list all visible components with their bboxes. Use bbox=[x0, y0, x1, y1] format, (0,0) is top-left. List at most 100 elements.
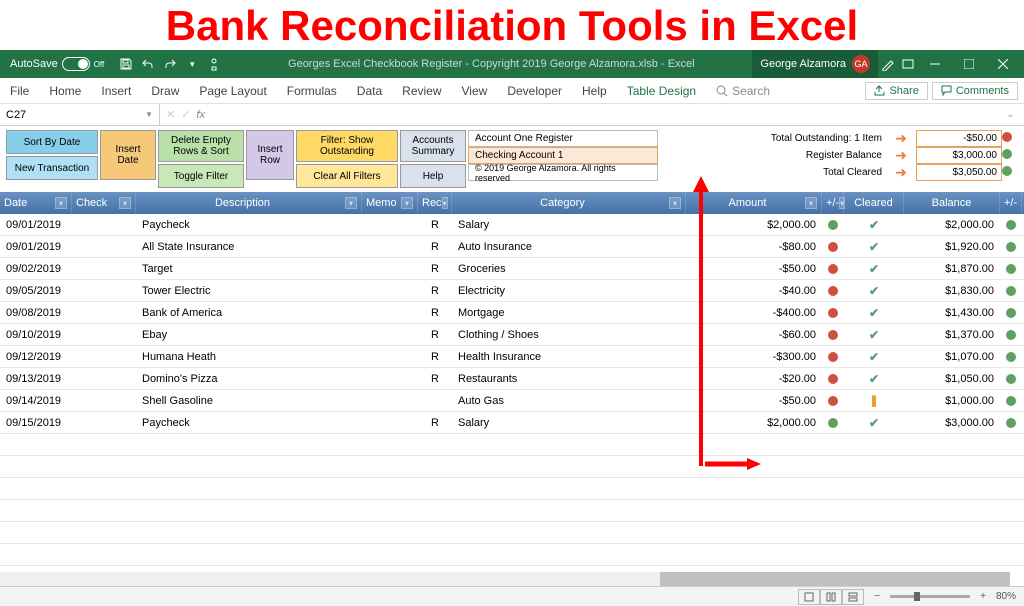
share-button[interactable]: Share bbox=[865, 82, 927, 100]
cell-description[interactable]: Target bbox=[136, 258, 362, 279]
cell-check[interactable] bbox=[72, 280, 136, 301]
cell-description[interactable]: Tower Electric bbox=[136, 280, 362, 301]
checking-account-cell[interactable]: Checking Account 1 bbox=[468, 147, 658, 164]
cell-rec[interactable]: R bbox=[418, 346, 452, 367]
comments-button[interactable]: Comments bbox=[932, 82, 1018, 100]
ribbon-options-icon[interactable] bbox=[898, 54, 918, 74]
cell-rec[interactable]: R bbox=[418, 302, 452, 323]
empty-row[interactable] bbox=[0, 478, 1024, 500]
minimize-button[interactable] bbox=[918, 50, 952, 78]
cell-category[interactable]: Salary bbox=[452, 214, 686, 235]
cell-date[interactable]: 09/12/2019 bbox=[0, 346, 72, 367]
cell-description[interactable]: Ebay bbox=[136, 324, 362, 345]
cell-amount[interactable]: -$50.00 bbox=[686, 390, 822, 411]
header-date[interactable]: Date▾ bbox=[0, 192, 72, 214]
cell-cleared[interactable]: ✔ bbox=[844, 214, 904, 235]
cell-balance[interactable]: $1,050.00 bbox=[904, 368, 1000, 389]
page-break-view-button[interactable] bbox=[842, 589, 864, 605]
zoom-out-button[interactable]: − bbox=[874, 591, 880, 602]
insert-row-button[interactable]: Insert Row bbox=[246, 130, 294, 180]
cell-memo[interactable] bbox=[362, 280, 418, 301]
search-box[interactable]: Search bbox=[706, 84, 780, 98]
normal-view-button[interactable] bbox=[798, 589, 820, 605]
cell-cleared[interactable]: ✔ bbox=[844, 346, 904, 367]
cell-date[interactable]: 09/01/2019 bbox=[0, 236, 72, 257]
filter-outstanding-button[interactable]: Filter: Show Outstanding bbox=[296, 130, 398, 162]
tab-page-layout[interactable]: Page Layout bbox=[189, 78, 276, 103]
cell-amount[interactable]: -$400.00 bbox=[686, 302, 822, 323]
cell-balance[interactable]: $1,000.00 bbox=[904, 390, 1000, 411]
tab-insert[interactable]: Insert bbox=[91, 78, 141, 103]
empty-row[interactable] bbox=[0, 434, 1024, 456]
qat-more-icon[interactable]: ▾ bbox=[182, 54, 202, 74]
cell-date[interactable]: 09/01/2019 bbox=[0, 214, 72, 235]
cell-check[interactable] bbox=[72, 214, 136, 235]
tab-formulas[interactable]: Formulas bbox=[277, 78, 347, 103]
cell-amount[interactable]: -$50.00 bbox=[686, 258, 822, 279]
cell-check[interactable] bbox=[72, 390, 136, 411]
register-balance-value[interactable]: $3,000.00 bbox=[916, 147, 1002, 164]
accounts-summary-button[interactable]: Accounts Summary bbox=[400, 130, 466, 162]
clear-filters-button[interactable]: Clear All Filters bbox=[296, 164, 398, 188]
table-row[interactable]: 09/01/2019PaycheckRSalary$2,000.00✔$2,00… bbox=[0, 214, 1024, 236]
user-account[interactable]: George Alzamora GA bbox=[752, 50, 878, 78]
save-icon[interactable] bbox=[116, 54, 136, 74]
tab-help[interactable]: Help bbox=[572, 78, 617, 103]
cell-cleared[interactable]: ✔ bbox=[844, 236, 904, 257]
empty-row[interactable] bbox=[0, 500, 1024, 522]
cell-amount[interactable]: -$20.00 bbox=[686, 368, 822, 389]
tab-file[interactable]: File bbox=[0, 78, 39, 103]
table-row[interactable]: 09/02/2019TargetRGroceries-$50.00✔$1,870… bbox=[0, 258, 1024, 280]
close-button[interactable] bbox=[986, 50, 1020, 78]
cell-memo[interactable] bbox=[362, 302, 418, 323]
cell-memo[interactable] bbox=[362, 324, 418, 345]
toggle-filter-button[interactable]: Toggle Filter bbox=[158, 164, 244, 188]
tab-developer[interactable]: Developer bbox=[497, 78, 572, 103]
header-plusminus[interactable]: +/-▾ bbox=[822, 192, 844, 214]
autosave-toggle[interactable]: AutoSave Off bbox=[4, 57, 110, 71]
tab-view[interactable]: View bbox=[452, 78, 498, 103]
maximize-button[interactable] bbox=[952, 50, 986, 78]
insert-date-button[interactable]: Insert Date bbox=[100, 130, 156, 180]
cell-memo[interactable] bbox=[362, 412, 418, 433]
cell-memo[interactable] bbox=[362, 214, 418, 235]
horizontal-scrollbar[interactable] bbox=[0, 572, 1010, 586]
cell-amount[interactable]: -$40.00 bbox=[686, 280, 822, 301]
empty-row[interactable] bbox=[0, 522, 1024, 544]
cell-check[interactable] bbox=[72, 412, 136, 433]
tab-draw[interactable]: Draw bbox=[141, 78, 189, 103]
cell-memo[interactable] bbox=[362, 346, 418, 367]
cell-description[interactable]: Paycheck bbox=[136, 214, 362, 235]
header-rec[interactable]: Rec▾ bbox=[418, 192, 452, 214]
header-balance[interactable]: Balance bbox=[904, 192, 1000, 214]
header-cleared[interactable]: Cleared bbox=[844, 192, 904, 214]
cell-category[interactable]: Groceries bbox=[452, 258, 686, 279]
outstanding-value[interactable]: -$50.00 bbox=[916, 130, 1002, 147]
cell-cleared[interactable]: ✔ bbox=[844, 258, 904, 279]
cell-balance[interactable]: $1,830.00 bbox=[904, 280, 1000, 301]
touch-mode-icon[interactable] bbox=[204, 54, 224, 74]
cell-cleared[interactable]: ✔ bbox=[844, 280, 904, 301]
name-box[interactable]: C27 ▼ bbox=[0, 104, 160, 125]
help-button[interactable]: Help bbox=[400, 164, 466, 188]
table-row[interactable]: 09/13/2019Domino's PizzaRRestaurants-$20… bbox=[0, 368, 1024, 390]
cell-amount[interactable]: $2,000.00 bbox=[686, 214, 822, 235]
cell-date[interactable]: 09/05/2019 bbox=[0, 280, 72, 301]
cell-cleared[interactable]: ✔ bbox=[844, 302, 904, 323]
sort-by-date-button[interactable]: Sort By Date bbox=[6, 130, 98, 154]
cell-description[interactable]: Shell Gasoline bbox=[136, 390, 362, 411]
delete-empty-rows-button[interactable]: Delete Empty Rows & Sort bbox=[158, 130, 244, 162]
tab-review[interactable]: Review bbox=[392, 78, 451, 103]
header-amount[interactable]: Amount▾ bbox=[686, 192, 822, 214]
cell-cleared[interactable]: ❚ bbox=[844, 390, 904, 411]
zoom-slider[interactable] bbox=[890, 595, 970, 598]
cell-rec[interactable] bbox=[418, 390, 452, 411]
cell-balance[interactable]: $1,430.00 bbox=[904, 302, 1000, 323]
cell-rec[interactable]: R bbox=[418, 324, 452, 345]
undo-icon[interactable] bbox=[138, 54, 158, 74]
cell-balance[interactable]: $1,920.00 bbox=[904, 236, 1000, 257]
table-row[interactable]: 09/15/2019PaycheckRSalary$2,000.00✔$3,00… bbox=[0, 412, 1024, 434]
header-plusminus-2[interactable]: +/- bbox=[1000, 192, 1022, 214]
cell-rec[interactable]: R bbox=[418, 214, 452, 235]
new-transaction-button[interactable]: New Transaction bbox=[6, 156, 98, 180]
